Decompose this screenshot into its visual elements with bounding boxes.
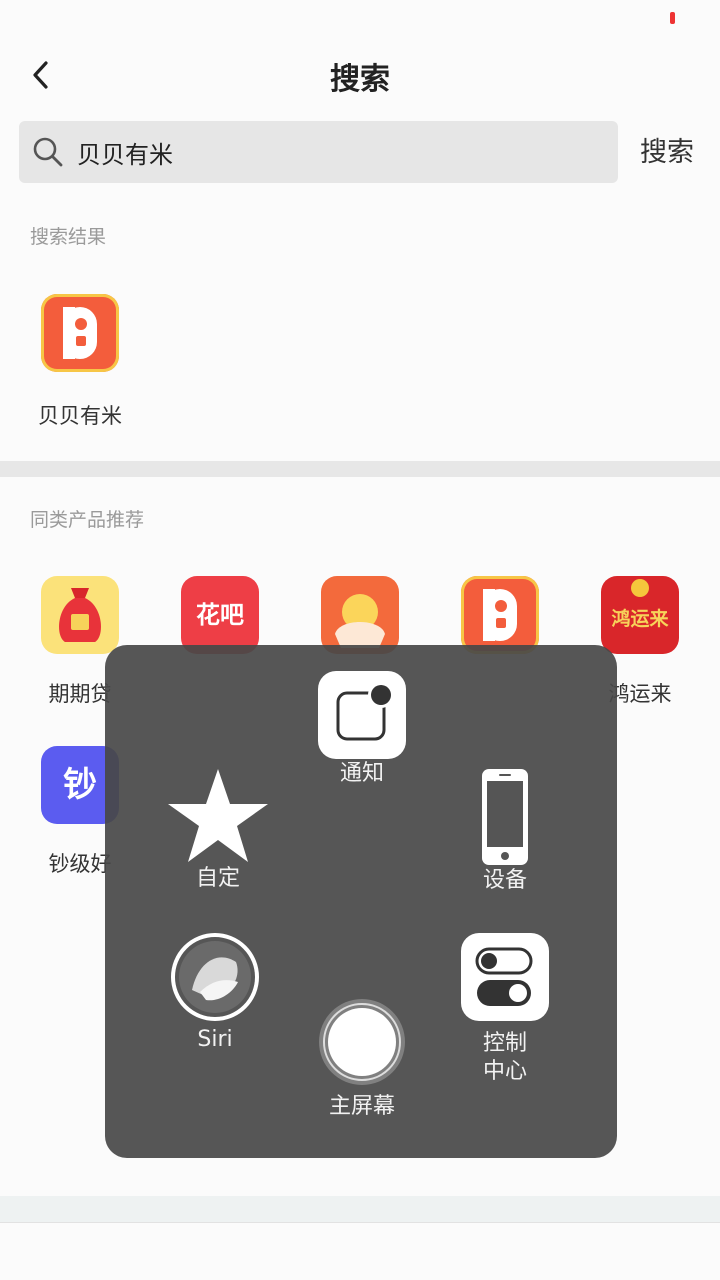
at-siri-button[interactable]: Siri (165, 932, 265, 1054)
at-control-center-label-line2: 中心 (482, 1059, 527, 1084)
result-app-beibei[interactable]: 贝贝有米 (30, 290, 130, 440)
bottom-band (0, 1196, 720, 1222)
search-button[interactable]: 搜索 (630, 132, 704, 174)
search-input[interactable] (77, 121, 597, 183)
star-icon (168, 769, 268, 862)
at-notification-button[interactable]: 通知 (313, 670, 411, 788)
header: 搜索 (0, 40, 720, 110)
at-custom-button[interactable]: 自定 (163, 767, 273, 893)
at-device-label: 设备 (482, 868, 527, 893)
assistive-touch-menu: 通知 自定 设备 Siri 主屏幕 控制 中心 (105, 645, 617, 1158)
phone-icon (482, 769, 528, 865)
at-home-label: 主屏幕 (328, 1094, 395, 1119)
at-control-center-label-line1: 控制 (482, 1031, 527, 1056)
bottom-divider (0, 1222, 720, 1223)
search-box[interactable] (19, 121, 618, 183)
result-app-label: 贝贝有米 (38, 404, 122, 428)
money-bag-icon (41, 576, 119, 654)
red-envelope-icon: 鸿运来 (601, 576, 679, 654)
at-siri-label: Siri (197, 1027, 233, 1052)
home-button-icon (319, 999, 405, 1085)
recording-indicator (670, 12, 675, 24)
beibei-icon (41, 294, 119, 372)
siri-icon (171, 933, 259, 1021)
section-divider (0, 461, 720, 477)
huaba-icon: 花吧 (181, 576, 259, 654)
page-title: 搜索 (330, 62, 390, 97)
at-device-button[interactable]: 设备 (455, 767, 555, 895)
at-home-button[interactable]: 主屏幕 (307, 997, 417, 1121)
shell-icon (321, 576, 399, 654)
notification-icon (318, 671, 406, 759)
at-notification-label: 通知 (339, 761, 384, 786)
toggle-switches-icon (461, 933, 549, 1021)
red-envelope-icon-text: 鸿运来 (611, 608, 669, 630)
results-section-title: 搜索结果 (30, 226, 107, 248)
at-control-center-button[interactable]: 控制 中心 (457, 932, 553, 1086)
recommend-section-title: 同类产品推荐 (30, 509, 145, 531)
huaba-icon-text: 花吧 (196, 601, 244, 629)
beibei-icon (461, 576, 539, 654)
search-icon (33, 137, 63, 167)
at-custom-label: 自定 (195, 866, 240, 891)
